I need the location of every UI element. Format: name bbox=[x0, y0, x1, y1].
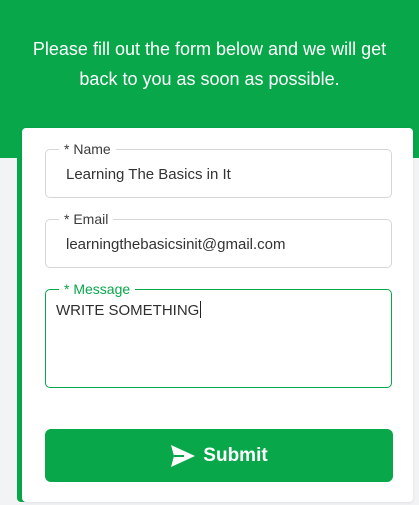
submit-button[interactable]: Submit bbox=[45, 429, 393, 482]
email-label: * Email bbox=[59, 209, 114, 229]
name-label: * Name bbox=[59, 139, 116, 159]
name-input-value: Learning The Basics in It bbox=[66, 166, 231, 183]
header-message: Please fill out the form below and we wi… bbox=[0, 34, 419, 94]
submit-label: Submit bbox=[203, 444, 268, 466]
header-line-2: back to you as soon as possible. bbox=[79, 69, 340, 89]
paper-plane-icon bbox=[171, 444, 196, 467]
header-line-1: Please fill out the form below and we wi… bbox=[32, 39, 387, 59]
name-field[interactable]: * Name Learning The Basics in It bbox=[45, 139, 392, 198]
message-text: WRITE SOMETHING bbox=[56, 301, 202, 321]
email-field[interactable]: * Email learningthebasicsinit@gmail.com bbox=[45, 209, 392, 268]
email-input-value: learningthebasicsinit@gmail.com bbox=[66, 236, 286, 253]
message-label: * Message bbox=[59, 279, 136, 299]
message-textarea[interactable]: * Message WRITE SOMETHING bbox=[45, 279, 392, 388]
message-input-value: WRITE SOMETHING bbox=[56, 302, 200, 319]
text-caret bbox=[200, 301, 202, 318]
